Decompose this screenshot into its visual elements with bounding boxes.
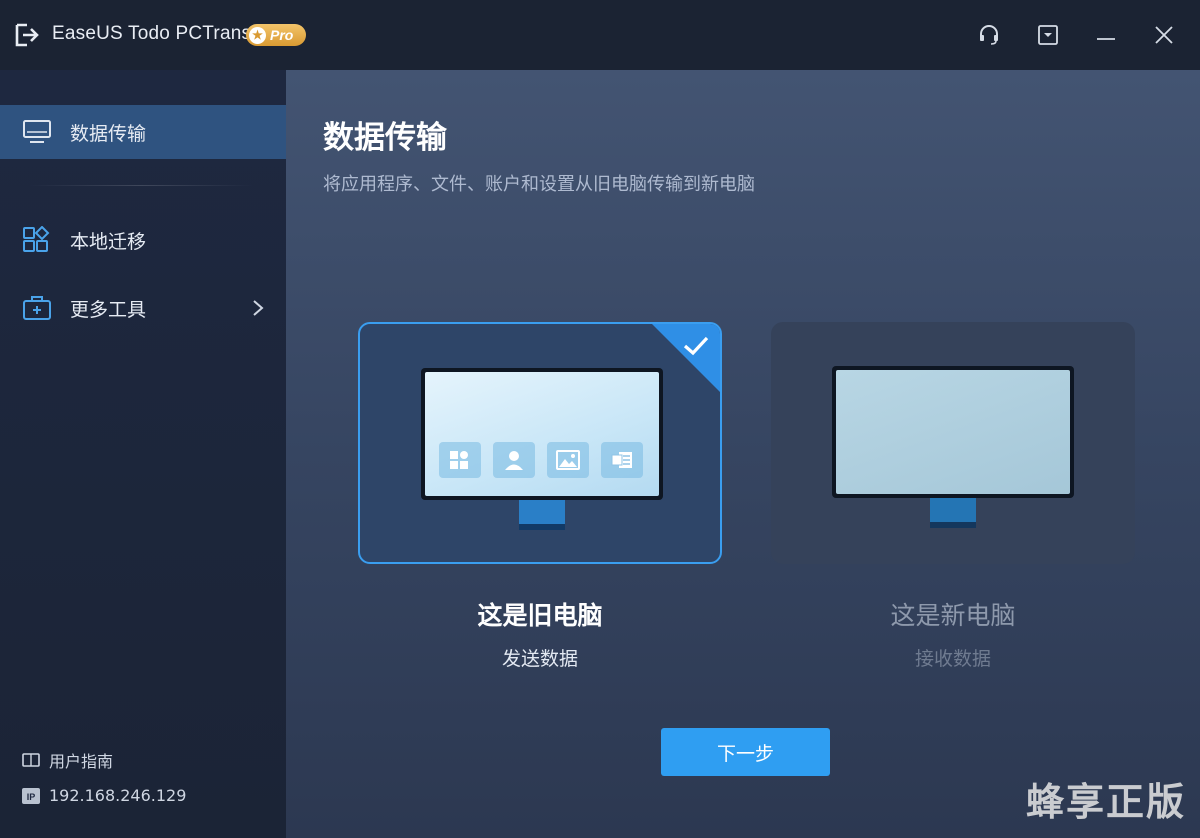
ip-address-label: 192.168.246.129 [49, 786, 187, 805]
apps-icon [439, 442, 481, 478]
dropdown-box-icon [1038, 25, 1058, 45]
monitor-screen [425, 372, 659, 496]
page-title: 数据传输 [323, 120, 447, 156]
close-button[interactable] [1149, 20, 1179, 50]
app-title: EaseUS Todo PCTrans [52, 23, 252, 44]
sidebar-item-label: 数据传输 [70, 122, 147, 145]
new-pc-monitor-illustration [832, 366, 1074, 498]
minimize-button[interactable] [1091, 20, 1121, 50]
monitor-stand [930, 498, 976, 524]
new-pc-card[interactable] [771, 322, 1135, 564]
title-bar: EaseUS Todo PCTrans ★ Pro [0, 0, 1200, 70]
check-icon [683, 336, 709, 356]
sidebar-item-label: 本地迁移 [70, 230, 147, 253]
old-pc-card[interactable] [358, 322, 722, 564]
sidebar-item-more-tools[interactable]: 更多工具 [0, 281, 286, 335]
ip-address: IP 192.168.246.129 [22, 786, 186, 805]
sidebar-item-label: 更多工具 [70, 298, 147, 321]
monitor-stand [519, 500, 565, 526]
old-pc-monitor-illustration [421, 368, 663, 500]
old-pc-title: 这是旧电脑 [477, 601, 603, 630]
user-guide-label: 用户指南 [49, 752, 114, 771]
watermark-text: 蜂享正版 [1025, 780, 1186, 824]
monitor-stand-base [519, 524, 565, 530]
ip-icon: IP [22, 787, 40, 804]
user-icon [493, 442, 535, 478]
app-logo-icon [15, 23, 39, 47]
toolbox-icon [23, 296, 51, 320]
minimize-icon [1097, 38, 1115, 40]
star-icon: ★ [249, 26, 266, 44]
monitor-icon [23, 120, 51, 143]
support-button[interactable] [974, 20, 1004, 50]
new-pc-subtitle: 接收数据 [914, 648, 991, 670]
menu-button[interactable] [1033, 20, 1063, 50]
monitor-stand-base [930, 522, 976, 528]
sidebar-item-local-migration[interactable]: 本地迁移 [0, 213, 286, 267]
next-step-button[interactable]: 下一步 [661, 728, 830, 776]
pro-badge: ★ Pro [246, 24, 306, 46]
monitor-screen [836, 370, 1070, 494]
chevron-right-icon [253, 300, 264, 316]
sidebar-item-data-transfer[interactable]: 数据传输 [0, 105, 286, 159]
new-pc-title: 这是新电脑 [890, 601, 1016, 630]
headset-icon [980, 25, 998, 45]
old-pc-subtitle: 发送数据 [501, 648, 578, 670]
svg-text:IP: IP [27, 792, 36, 802]
book-icon [22, 753, 40, 767]
sidebar-divider [28, 185, 254, 186]
page-subtitle: 将应用程序、文件、账户和设置从旧电脑传输到新电脑 [323, 174, 755, 195]
sidebar: 数据传输 本地迁移 更多工具 用户指南 IP 192.168.246.129 [0, 70, 286, 838]
close-icon [1155, 26, 1173, 44]
image-icon [547, 442, 589, 478]
user-guide-link[interactable]: 用户指南 [22, 748, 113, 772]
main-panel: 数据传输 将应用程序、文件、账户和设置从旧电脑传输到新电脑 这是旧电脑 发送数据… [286, 70, 1200, 838]
apps-grid-icon [23, 226, 50, 252]
file-icon [601, 442, 643, 478]
pro-badge-label: Pro [270, 27, 294, 43]
